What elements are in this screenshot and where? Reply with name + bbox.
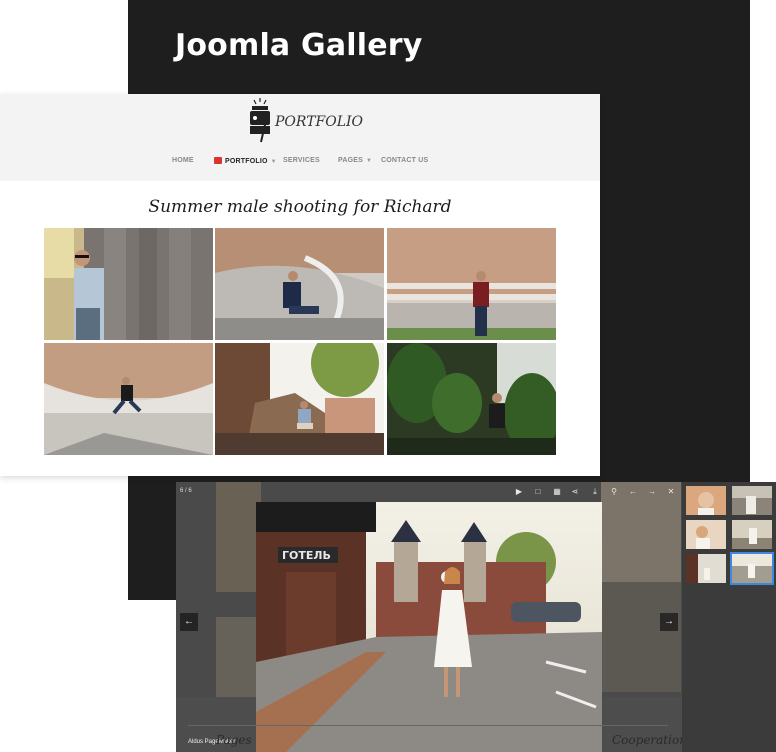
thumbnail[interactable] <box>730 484 774 517</box>
fullscreen-icon[interactable]: □ <box>531 485 545 499</box>
site-header: PORTFOLIO HOME PORTFOLIO ▼ SERVICES PAGES… <box>0 94 600 181</box>
lightbox-main-image[interactable]: ГОТЕЛЬ <box>256 502 602 752</box>
gallery-photo[interactable] <box>215 343 384 455</box>
caret-down-icon: ▼ <box>270 159 277 165</box>
lightbox-prev-button[interactable]: ← <box>180 613 198 631</box>
lightbox-next-button[interactable]: → <box>660 613 678 631</box>
gallery-photo[interactable] <box>44 228 213 340</box>
caret-down-icon: ▼ <box>366 158 373 164</box>
close-icon[interactable]: ✕ <box>664 485 678 499</box>
portfolio-badge-icon <box>214 157 222 164</box>
nav-home-label: HOME <box>172 157 194 164</box>
play-icon[interactable]: ▶ <box>512 485 526 499</box>
zoom-icon[interactable]: ⚲ <box>607 485 621 499</box>
thumbnail[interactable] <box>684 552 728 585</box>
portfolio-logo[interactable]: PORTFOLIO <box>247 96 367 148</box>
thumbnail-active[interactable] <box>730 552 774 585</box>
logo-text: PORTFOLIO <box>275 114 364 130</box>
thumbnail-strip <box>682 482 776 752</box>
background-text-cooperation: Cooperation <box>612 733 687 747</box>
thumbnail[interactable] <box>730 518 774 551</box>
gallery-photo[interactable] <box>387 343 556 455</box>
website-preview: PORTFOLIO HOME PORTFOLIO ▼ SERVICES PAGES… <box>0 94 600 476</box>
camera-logo-icon <box>250 98 270 143</box>
thumbnail[interactable] <box>684 484 728 517</box>
nav-home[interactable]: HOME <box>172 157 194 164</box>
next-icon[interactable]: → <box>645 485 659 499</box>
gallery-photo[interactable] <box>215 228 384 340</box>
nav-pages-label: PAGES <box>338 157 363 164</box>
lightbox-counter: 6 / 6 <box>180 488 192 494</box>
main-nav: HOME PORTFOLIO ▼ SERVICES PAGES ▼ CONTACT … <box>0 157 600 171</box>
share-icon[interactable]: ⋖ <box>568 485 582 499</box>
hotel-sign: ГОТЕЛЬ <box>282 549 331 562</box>
thumbnail[interactable] <box>684 518 728 551</box>
gallery-photo[interactable] <box>387 228 556 340</box>
promo-title: Joomla Gallery <box>175 28 423 63</box>
nav-pages[interactable]: PAGES ▼ <box>338 157 372 164</box>
background-text-pages: Pages <box>216 733 252 747</box>
nav-contact[interactable]: CONTACT US <box>381 157 428 164</box>
nav-portfolio[interactable]: PORTFOLIO ▼ <box>214 157 277 165</box>
nav-services[interactable]: SERVICES <box>283 157 320 164</box>
nav-contact-label: CONTACT US <box>381 157 429 164</box>
prev-icon[interactable]: ← <box>626 485 640 499</box>
nav-portfolio-label: PORTFOLIO <box>225 158 268 165</box>
grid-icon[interactable]: ▦ <box>550 485 564 499</box>
gallery-title: Summer male shooting for Richard <box>148 197 452 217</box>
photo-grid <box>44 228 556 455</box>
nav-services-label: SERVICES <box>283 157 320 164</box>
gallery-photo[interactable] <box>44 343 213 455</box>
lightbox: 6 / 6 ▶ □ ▦ ⋖ ⤓ ⚲ ← → ✕ ← → ГОТЕЛЬ Aldus… <box>176 482 776 752</box>
lightbox-footer-divider <box>188 725 668 726</box>
download-icon[interactable]: ⤓ <box>588 485 602 499</box>
